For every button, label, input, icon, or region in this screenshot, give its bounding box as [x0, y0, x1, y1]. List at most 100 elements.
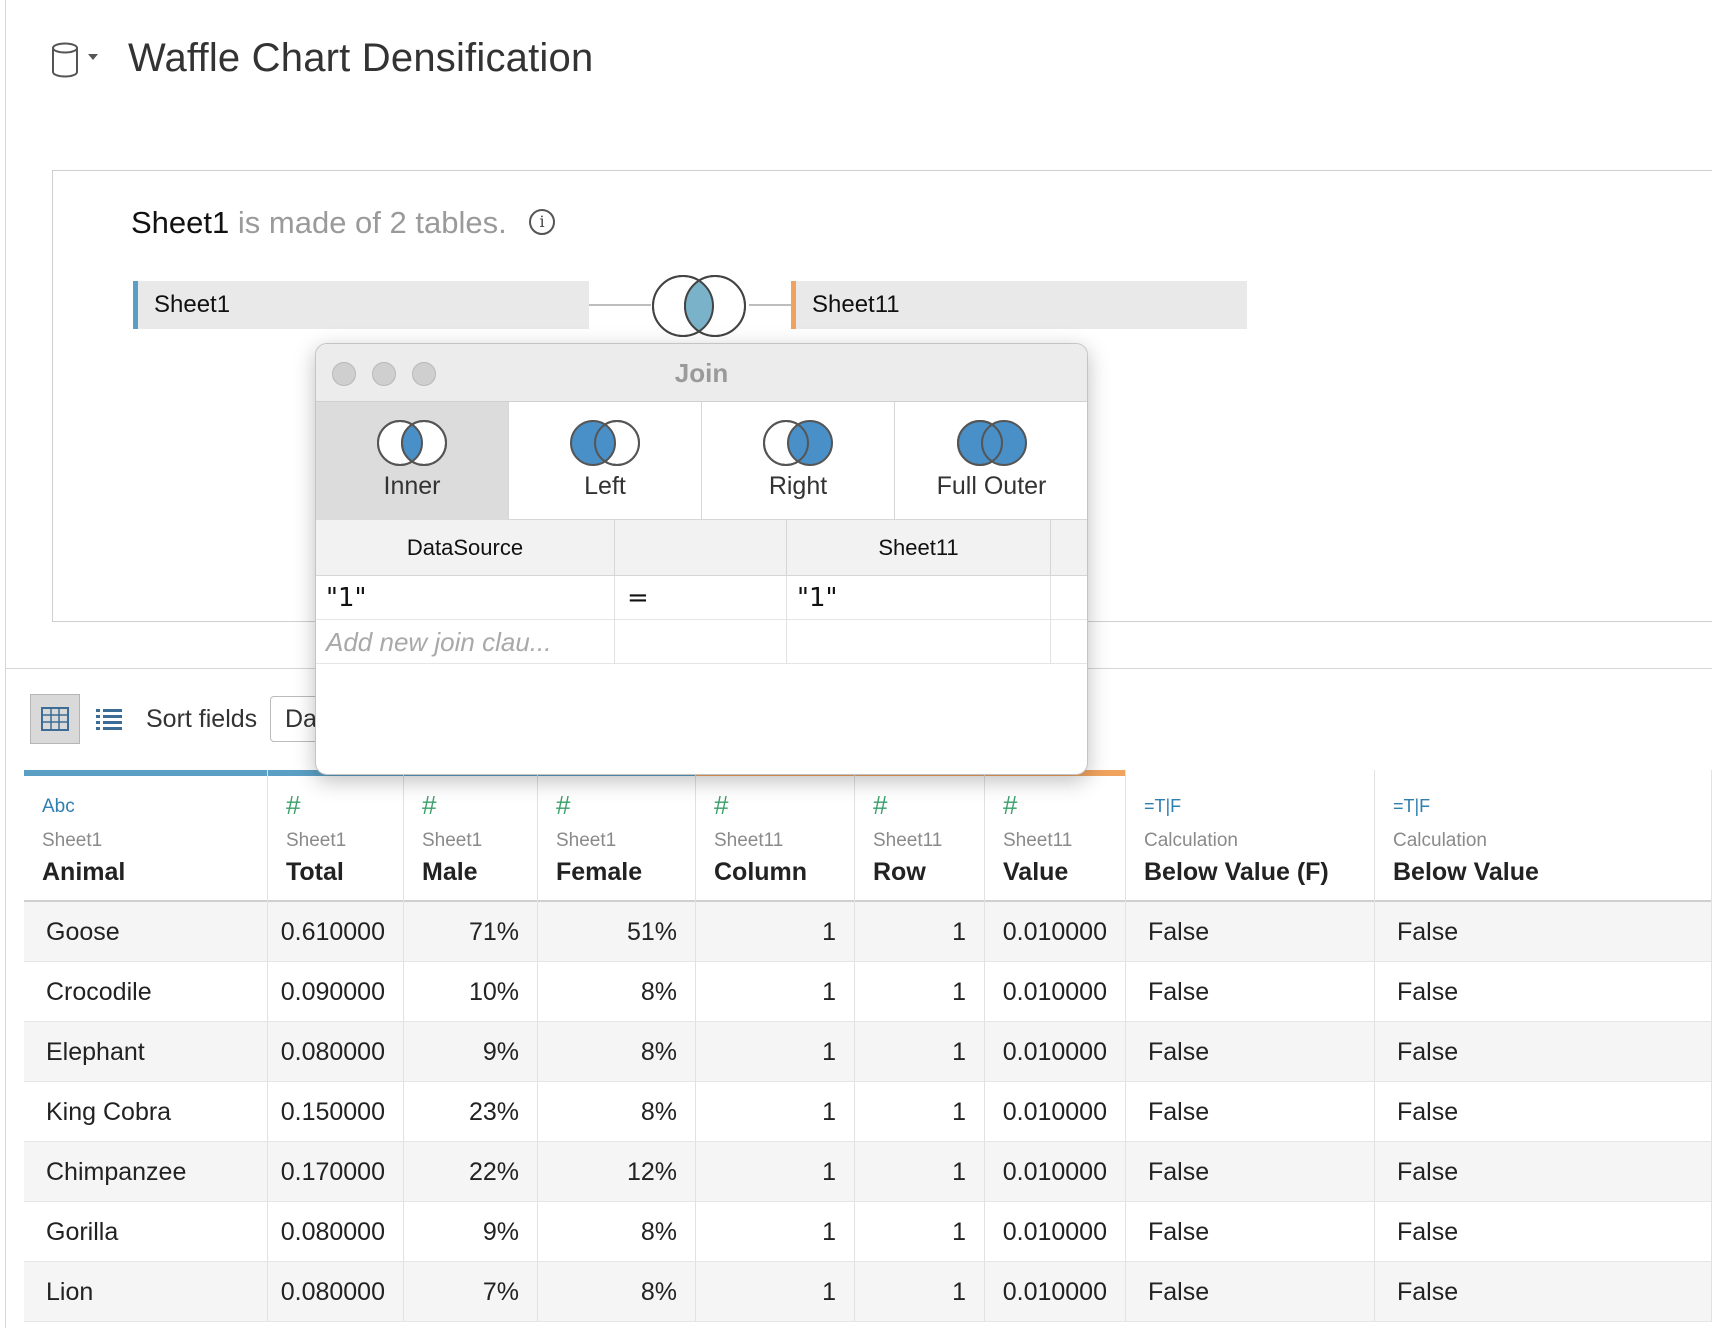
- table-cell: 23%: [404, 1082, 538, 1142]
- table-cell: 51%: [538, 902, 696, 962]
- chevron-down-icon[interactable]: [88, 54, 98, 60]
- join-clause-row[interactable]: "1" = "1": [316, 576, 1087, 620]
- table-cell: 12%: [538, 1142, 696, 1202]
- table-cell: False: [1126, 1022, 1375, 1082]
- join-link-line: [749, 304, 791, 306]
- grid-icon: [41, 707, 69, 731]
- table-cell: 0.010000: [985, 1262, 1126, 1322]
- table-cell: False: [1375, 1142, 1712, 1202]
- column-header-below-value[interactable]: =T|F Calculation Below Value: [1375, 770, 1712, 902]
- column-field-name: Total: [286, 858, 344, 886]
- table-row: Goose 0.610000 71% 51% 1 1 0.010000 False False: [24, 902, 1712, 962]
- join-type-left[interactable]: Left: [509, 402, 702, 520]
- number-type-icon[interactable]: #: [556, 790, 570, 821]
- table-cell: 1: [696, 1202, 855, 1262]
- left-join-icon: [570, 420, 640, 466]
- string-type-icon[interactable]: Abc: [42, 796, 75, 818]
- table-cell: 1: [855, 1082, 985, 1142]
- join-type-right[interactable]: Right: [702, 402, 895, 520]
- table-cell: 0.010000: [985, 1142, 1126, 1202]
- join-clause-header: DataSource Sheet11: [316, 520, 1087, 576]
- join-type-inner[interactable]: Inner: [316, 402, 509, 520]
- column-header-below-value-f[interactable]: =T|F Calculation Below Value (F): [1126, 770, 1375, 902]
- table-cell: 1: [855, 1262, 985, 1322]
- table-pill-sheet1[interactable]: Sheet1: [133, 281, 589, 329]
- table-cell: 71%: [404, 902, 538, 962]
- table-cell: Crocodile: [24, 962, 268, 1022]
- table-cell: 8%: [538, 1262, 696, 1322]
- right-join-icon: [763, 420, 833, 466]
- caption-sheet-name: Sheet1: [131, 205, 230, 240]
- column-field-name: Below Value: [1393, 858, 1539, 886]
- list-view-icon[interactable]: [94, 704, 124, 734]
- table-cell: 1: [855, 1202, 985, 1262]
- column-field-name: Value: [1003, 858, 1069, 886]
- table-cell: 0.080000: [268, 1022, 404, 1082]
- inner-join-icon[interactable]: [649, 273, 749, 339]
- table-cell: False: [1126, 1082, 1375, 1142]
- join-type-label: Full Outer: [936, 472, 1047, 500]
- column-header-column[interactable]: # Sheet11 Column: [696, 770, 855, 902]
- column-header-value[interactable]: # Sheet11 Value: [985, 770, 1126, 902]
- table-cell: 9%: [404, 1202, 538, 1262]
- dialog-titlebar[interactable]: Join: [316, 344, 1087, 402]
- table-cell: False: [1126, 1142, 1375, 1202]
- join-dialog: Join Inner Left Right Full Outer DataSou…: [315, 343, 1088, 775]
- table-cell: False: [1126, 1262, 1375, 1322]
- table-cell: 1: [696, 1262, 855, 1322]
- table-cell: Lion: [24, 1262, 268, 1322]
- boolean-calc-type-icon[interactable]: =T|F: [1393, 796, 1430, 817]
- table-row: Gorilla 0.080000 9% 8% 1 1 0.010000 False False: [24, 1202, 1712, 1262]
- join-link-line: [589, 304, 651, 306]
- table-cell: 7%: [404, 1262, 538, 1322]
- column-header-male[interactable]: # Sheet1 Male: [404, 770, 538, 902]
- table-cell: 0.080000: [268, 1262, 404, 1322]
- full-outer-join-icon: [956, 420, 1027, 466]
- caption-text: is made of 2 tables.: [237, 205, 507, 240]
- operator-header: [615, 520, 787, 576]
- data-source-icon[interactable]: [50, 42, 80, 78]
- join-type-full-outer[interactable]: Full Outer: [895, 402, 1087, 520]
- boolean-calc-type-icon[interactable]: =T|F: [1144, 796, 1181, 817]
- left-field[interactable]: "1": [316, 576, 615, 620]
- table-cell: False: [1375, 1202, 1712, 1262]
- column-field-name: Male: [422, 858, 478, 886]
- column-header-total[interactable]: # Sheet1 Total: [268, 770, 404, 902]
- column-source: Sheet1: [286, 830, 347, 851]
- page-title[interactable]: Waffle Chart Densification: [128, 36, 593, 81]
- right-field[interactable]: "1": [787, 576, 1051, 620]
- column-header-animal[interactable]: Abc Sheet1 Animal: [24, 770, 268, 902]
- table-cell: 1: [696, 1082, 855, 1142]
- table-cell: King Cobra: [24, 1082, 268, 1142]
- empty-right-field: [787, 620, 1051, 664]
- table-pill-sheet11[interactable]: Sheet11: [791, 281, 1247, 329]
- column-field-name: Animal: [42, 858, 126, 886]
- number-type-icon[interactable]: #: [873, 790, 887, 821]
- table-cell: Gorilla: [24, 1202, 268, 1262]
- column-source: Sheet11: [714, 830, 784, 851]
- number-type-icon[interactable]: #: [1003, 790, 1017, 821]
- table-cell: False: [1375, 1022, 1712, 1082]
- add-join-clause-row[interactable]: Add new join clau...: [316, 620, 1087, 664]
- join-type-label: Left: [584, 472, 626, 500]
- table-cell: 0.170000: [268, 1142, 404, 1202]
- column-header-female[interactable]: # Sheet1 Female: [538, 770, 696, 902]
- table-cell: 0.010000: [985, 1202, 1126, 1262]
- number-type-icon[interactable]: #: [422, 790, 436, 821]
- table-row: Chimpanzee 0.170000 22% 12% 1 1 0.010000 False F…: [24, 1142, 1712, 1202]
- table-cell: False: [1375, 1262, 1712, 1322]
- table-cell: 1: [696, 1142, 855, 1202]
- number-type-icon[interactable]: #: [286, 790, 300, 821]
- table-cell: 1: [855, 902, 985, 962]
- column-source: Calculation: [1393, 830, 1487, 851]
- join-operator[interactable]: =: [615, 576, 787, 620]
- column-header-row[interactable]: # Sheet11 Row: [855, 770, 985, 902]
- dialog-title: Join: [674, 358, 729, 388]
- grid-view-button[interactable]: [30, 694, 80, 744]
- number-type-icon[interactable]: #: [714, 790, 728, 821]
- join-type-label: Right: [768, 472, 828, 500]
- table-cell: 1: [696, 902, 855, 962]
- info-icon[interactable]: i: [529, 209, 555, 235]
- table-cell: False: [1126, 1202, 1375, 1262]
- add-join-clause[interactable]: Add new join clau...: [316, 620, 615, 664]
